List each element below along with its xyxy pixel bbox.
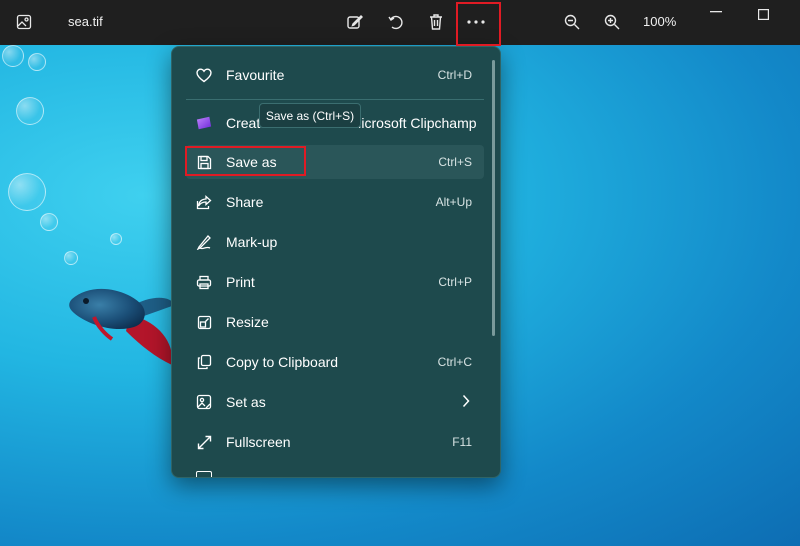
bubble <box>2 45 24 67</box>
menu-item-shortcut: Ctrl+S <box>438 155 472 169</box>
highlight-more-button <box>456 2 501 46</box>
gallery-icon[interactable] <box>14 12 34 32</box>
title-bar: sea.tif 100% <box>0 0 800 45</box>
heart-icon <box>196 67 212 83</box>
bubble <box>28 53 46 71</box>
bubble <box>40 213 58 231</box>
menu-item-share[interactable]: Share Alt+Up <box>186 185 484 219</box>
menu-item-label: Set as <box>226 394 266 410</box>
menu-item-label: Mark-up <box>226 234 278 250</box>
menu-item-shortcut: Ctrl+C <box>437 355 472 369</box>
zoom-in-icon[interactable] <box>601 11 623 33</box>
menu-item-copy-to-clipboard[interactable]: Copy to Clipboard Ctrl+C <box>186 345 484 379</box>
resize-icon <box>196 314 212 330</box>
menu-item-print[interactable]: Print Ctrl+P <box>186 265 484 299</box>
fullscreen-icon <box>196 434 212 450</box>
bubble <box>64 251 78 265</box>
menu-item-label: Share <box>226 194 264 210</box>
edit-icon[interactable] <box>344 11 366 33</box>
menu-item-resize[interactable]: Resize <box>186 305 484 339</box>
menu-item-shortcut: Ctrl+D <box>437 68 472 82</box>
menu-item-label: Resize <box>226 314 269 330</box>
menu-scrollbar[interactable] <box>492 60 495 336</box>
bubble <box>8 173 46 211</box>
menu-item-label: Copy to Clipboard <box>226 354 339 370</box>
rotate-icon[interactable] <box>385 11 407 33</box>
copy-icon <box>196 354 212 370</box>
bubble <box>16 97 44 125</box>
partial-menu-item-icon <box>196 471 212 477</box>
menu-item-label: Print <box>226 274 255 290</box>
bubble <box>110 233 122 245</box>
print-icon <box>196 274 212 290</box>
delete-icon[interactable] <box>425 11 447 33</box>
save-as-tooltip: Save as (Ctrl+S) <box>259 103 361 128</box>
file-name: sea.tif <box>68 14 103 29</box>
menu-item-shortcut: Ctrl+P <box>438 275 472 289</box>
set-as-icon <box>196 394 212 410</box>
menu-item-shortcut: Alt+Up <box>435 195 472 209</box>
highlight-save-as <box>185 146 306 176</box>
chevron-right-icon <box>462 394 470 411</box>
markup-icon <box>196 234 212 250</box>
menu-item-label: Favourite <box>226 67 285 83</box>
share-icon <box>196 194 212 210</box>
menu-item-set-as[interactable]: Set as <box>186 385 484 419</box>
menu-item-favourite[interactable]: Favourite Ctrl+D <box>186 58 484 92</box>
menu-item-shortcut: F11 <box>452 435 472 449</box>
zoom-level[interactable]: 100% <box>643 14 676 29</box>
minimize-icon[interactable] <box>706 2 726 22</box>
menu-separator <box>186 99 484 100</box>
menu-item-label: Fullscreen <box>226 434 291 450</box>
maximize-icon[interactable] <box>753 4 773 24</box>
clipchamp-icon <box>196 115 212 131</box>
menu-item-mark-up[interactable]: Mark-up <box>186 225 484 259</box>
menu-item-fullscreen[interactable]: Fullscreen F11 <box>186 425 484 459</box>
zoom-out-icon[interactable] <box>561 11 583 33</box>
